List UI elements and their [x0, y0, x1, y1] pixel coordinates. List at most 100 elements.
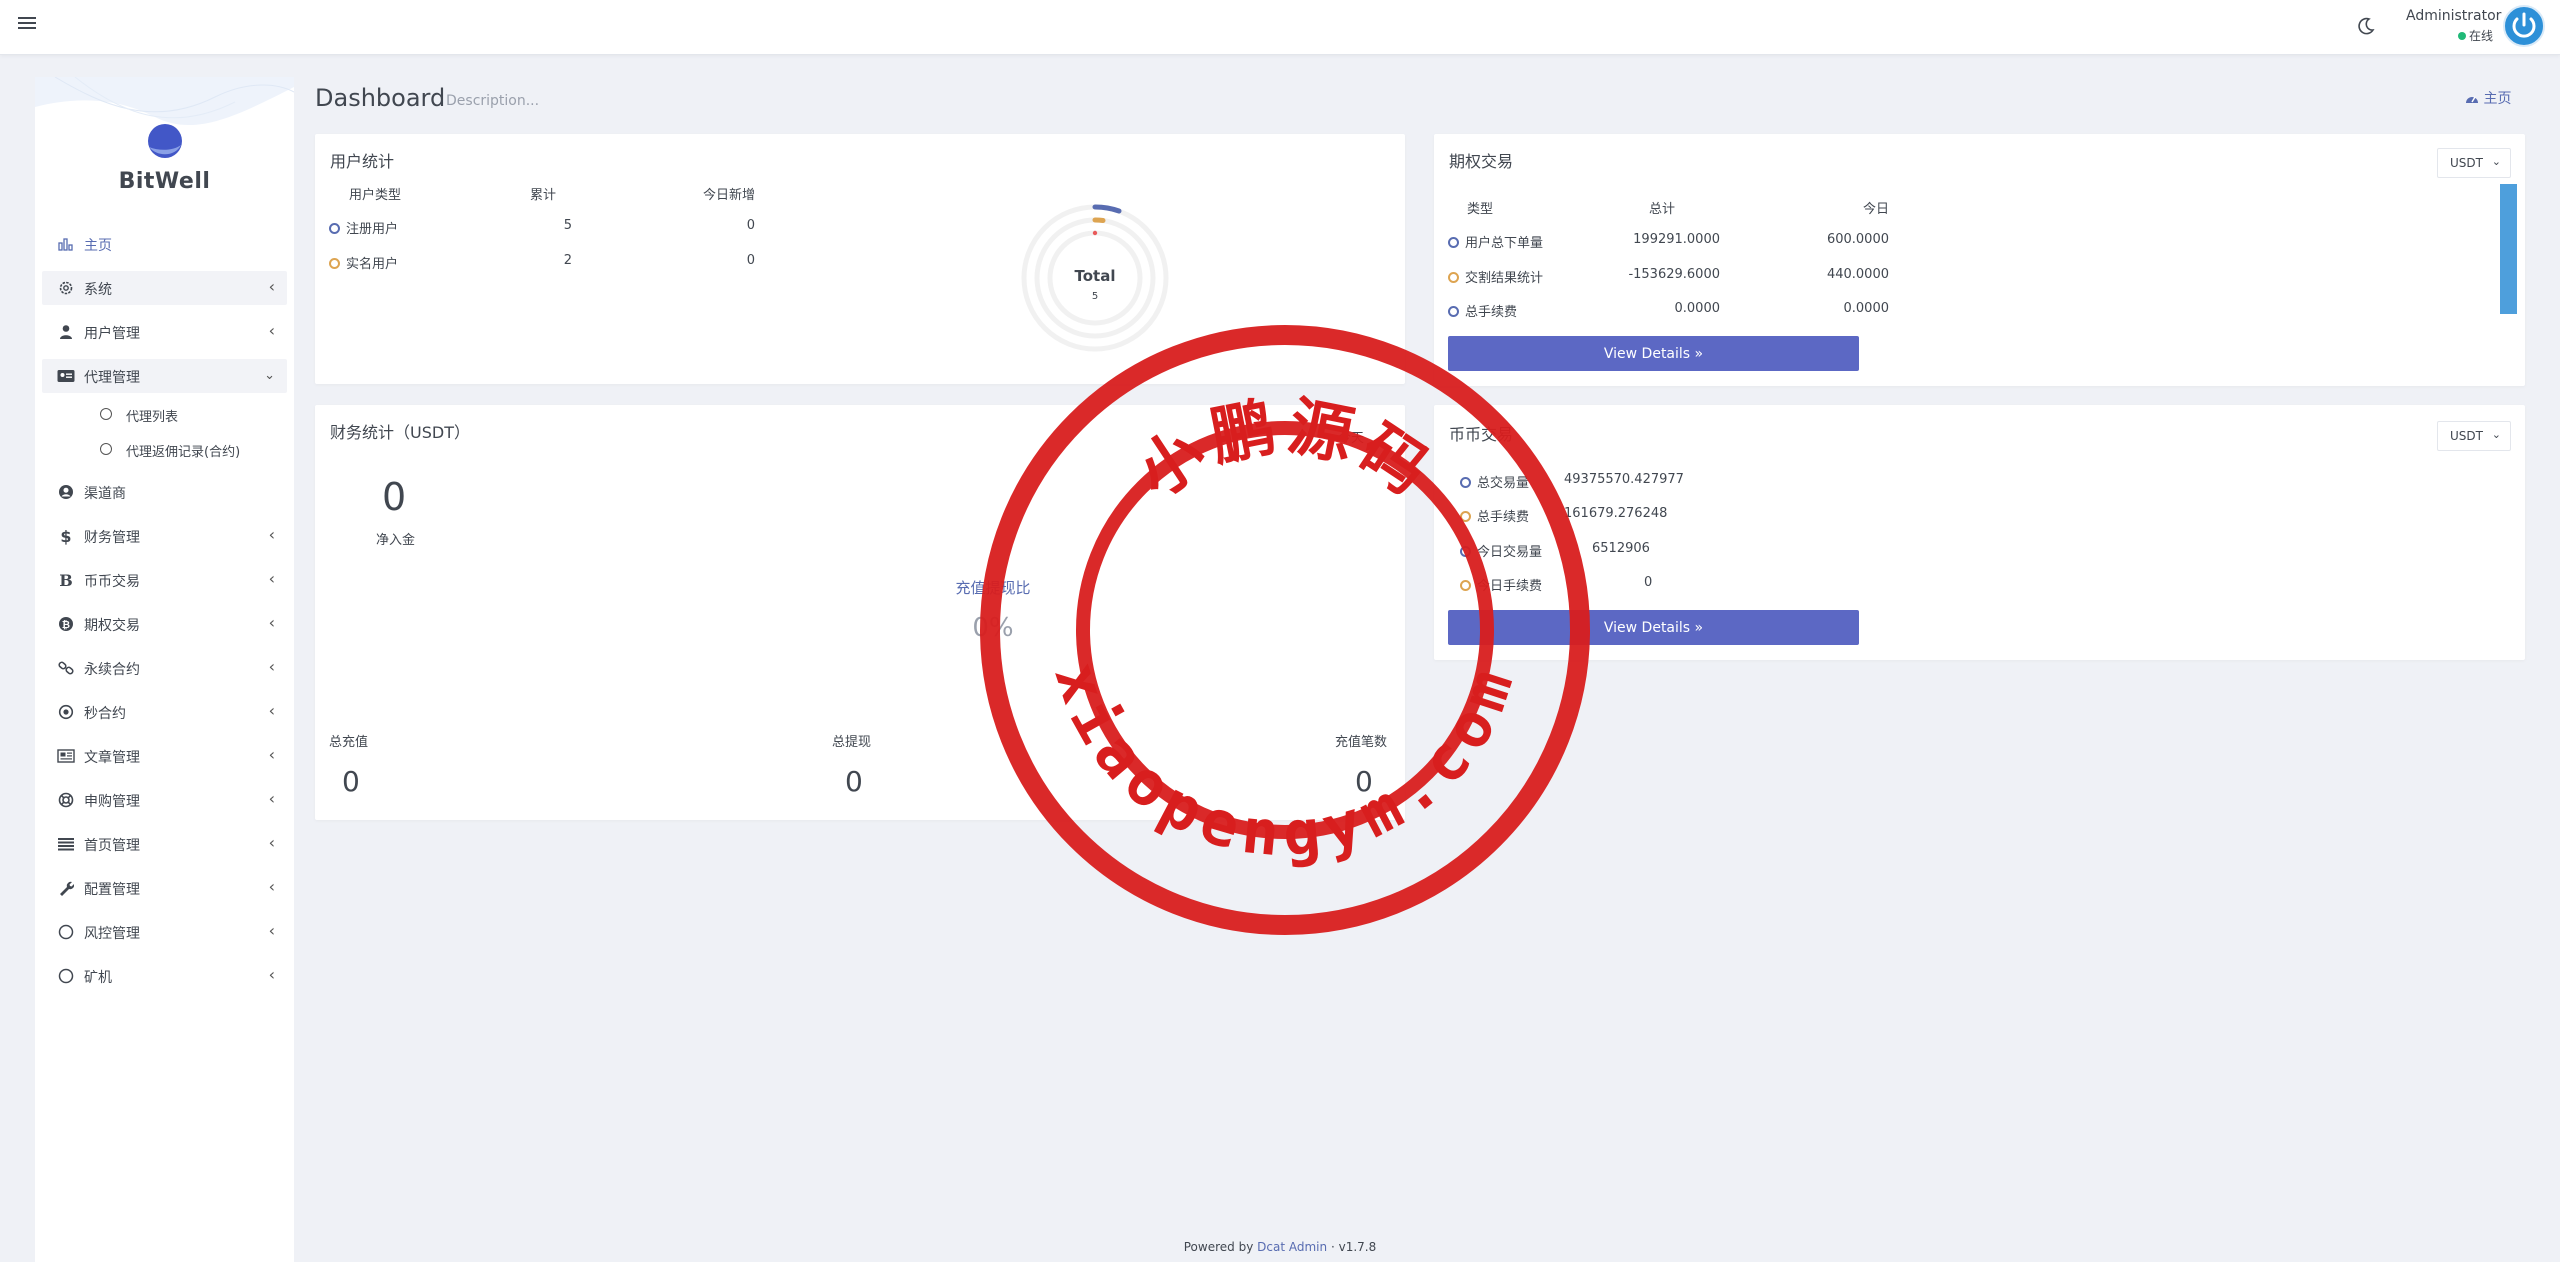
online-status: 在线 [2458, 27, 2493, 44]
sidebar-item-user-management[interactable]: 用户管理 ‹ [42, 315, 287, 349]
link-icon [57, 659, 75, 677]
row-value: 6512906 [1592, 541, 1650, 556]
row-label: 总交易量 [1477, 476, 1530, 491]
card-title: 财务统计（USDT） [330, 423, 470, 442]
admin-name[interactable]: Administrator [2406, 8, 2501, 24]
options-trading-card: 期权交易 USDT ⌄ 类型 总计 今日 用户总下单量 199291.0000 … [1434, 134, 2525, 386]
stat-value: 0 [845, 765, 863, 798]
sidebar-item-spot-trading[interactable]: B 币币交易 ‹ [42, 563, 287, 597]
chevron-left-icon: ‹ [268, 877, 275, 896]
breadcrumb-home: 主页 [2483, 91, 2512, 107]
spot-trading-card: 币币交易 USDT ⌄ 总交易量 49375570.427977 总手续费 16… [1434, 405, 2525, 660]
double-chevron-right-icon: » [1694, 345, 1704, 362]
chevron-down-icon: ⌄ [2491, 428, 2501, 441]
table-cell: 0 [746, 253, 755, 268]
bar-chart-icon [57, 235, 75, 253]
sidebar-item-label: 矿机 [84, 970, 112, 986]
sidebar-item-home[interactable]: 主页 [42, 227, 287, 261]
menu-toggle-icon[interactable] [18, 14, 36, 32]
list-icon [57, 835, 75, 853]
column-header: 累计 [530, 188, 557, 203]
column-header: 今日 [1862, 202, 1889, 217]
column-header: 总计 [1649, 202, 1676, 217]
breadcrumb[interactable]: 主页 [2465, 88, 2511, 108]
sidebar-item-risk-control[interactable]: 风控管理 ‹ [42, 915, 287, 949]
chevron-left-icon: ‹ [268, 745, 275, 764]
footer-prefix: Powered by [1183, 1240, 1254, 1254]
finance-stats-card: 财务统计（USDT） 0 净入金 今天 充值提现比 0% 总充值 0 总提现 0… [315, 405, 1405, 820]
sidebar-item-system[interactable]: 系统 ‹ [42, 271, 287, 305]
double-chevron-right-icon: » [1694, 619, 1704, 636]
sidebar-subitem-label: 代理返佣记录(合约) [126, 445, 241, 460]
view-details-button[interactable]: View Details » [1448, 336, 1859, 371]
sidebar-item-homepage[interactable]: 首页管理 ‹ [42, 827, 287, 861]
chevron-left-icon: ‹ [268, 701, 275, 720]
sidebar-subitem-agent-list[interactable]: 代理列表 [42, 400, 287, 430]
sidebar-item-label: 首页管理 [84, 838, 140, 854]
chevron-down-icon: ⌄ [2491, 155, 2501, 168]
card-title: 期权交易 [1449, 152, 1514, 171]
sidebar-item-label: 系统 [84, 282, 112, 298]
sidebar-item-options-trading[interactable]: ₿ 期权交易 ‹ [42, 607, 287, 641]
row-label: 实名用户 [346, 257, 399, 272]
column-header: 类型 [1467, 202, 1494, 217]
chevron-left-icon: ‹ [268, 321, 275, 340]
ring-icon [329, 258, 340, 269]
svg-text:₿: ₿ [62, 619, 70, 631]
sidebar-item-articles[interactable]: 文章管理 ‹ [42, 739, 287, 773]
ring-icon [1460, 580, 1471, 591]
chevron-left-icon: ‹ [268, 613, 275, 632]
table-cell: 600.0000 [1826, 232, 1889, 247]
page-title: Dashboard [315, 84, 446, 112]
view-details-button[interactable]: View Details » [1448, 610, 1859, 645]
chevron-left-icon: ‹ [268, 921, 275, 940]
row-label: 总手续费 [1477, 510, 1530, 525]
sidebar-item-finance[interactable]: $ 财务管理 ‹ [42, 519, 287, 553]
donut-arc-verified [1092, 217, 1106, 223]
row-label: 注册用户 [346, 222, 399, 237]
currency-select[interactable]: USDT ⌄ [2437, 421, 2511, 451]
row-label: 用户总下单量 [1465, 236, 1544, 251]
footer-version: v1.7.8 [1338, 1240, 1377, 1254]
avatar[interactable] [2503, 5, 2545, 47]
sidebar-item-label: 财务管理 [84, 530, 140, 546]
sidebar-item-config[interactable]: 配置管理 ‹ [42, 871, 287, 905]
sidebar-subitem-agent-commission[interactable]: 代理返佣记录(合约) [42, 435, 287, 465]
logo-text: BitWell [118, 169, 211, 194]
table-row: 用户总下单量 [1448, 232, 1543, 251]
sidebar-item-miner[interactable]: 矿机 ‹ [42, 959, 287, 993]
sidebar-item-label: 配置管理 [84, 882, 140, 898]
table-cell: 5 [563, 218, 572, 233]
currency-select[interactable]: USDT ⌄ [2437, 148, 2511, 178]
card-title: 用户统计 [330, 152, 395, 171]
table-row: 注册用户 [329, 218, 398, 237]
sidebar-item-label: 代理管理 [84, 370, 140, 386]
stat-value: 0 [342, 765, 360, 798]
deposit-withdraw-ratio-value: 0% [972, 613, 1014, 643]
table-cell: 0.0000 [1674, 301, 1721, 316]
sidebar-item-channel[interactable]: 渠道商 [42, 475, 287, 509]
donut-label: Total [1075, 267, 1116, 285]
sidebar-item-label: 币币交易 [84, 574, 140, 590]
page-description: Description... [446, 93, 540, 109]
row-value: 0 [1644, 575, 1653, 590]
sidebar-item-agent-management[interactable]: 代理管理 ⌄ [42, 359, 287, 393]
sidebar-item-label: 永续合约 [84, 662, 140, 678]
chevron-left-icon: ‹ [268, 789, 275, 808]
table-row: 交割结果统计 [1448, 267, 1543, 286]
sidebar-item-label: 期权交易 [84, 618, 140, 634]
ring-icon [329, 223, 340, 234]
card-title: 币币交易 [1449, 425, 1514, 444]
sidebar-item-label: 文章管理 [84, 750, 140, 766]
button-label: View Details [1603, 345, 1691, 362]
footer-link[interactable]: Dcat Admin [1257, 1240, 1327, 1254]
sidebar: BitWell 主页 系统 ‹ 用户管理 ‹ 代理管理 ⌄ 代理列表 代理返佣记… [35, 77, 294, 1262]
dark-mode-moon-icon[interactable] [2356, 16, 2376, 36]
column-header: 用户类型 [349, 188, 402, 203]
sidebar-item-subscription[interactable]: 申购管理 ‹ [42, 783, 287, 817]
stat-label: 总充值 [329, 735, 369, 750]
life-ring-icon [57, 791, 75, 809]
sidebar-item-second-contract[interactable]: 秒合约 ‹ [42, 695, 287, 729]
sidebar-item-perpetual[interactable]: 永续合约 ‹ [42, 651, 287, 685]
ring-icon [1460, 511, 1471, 522]
